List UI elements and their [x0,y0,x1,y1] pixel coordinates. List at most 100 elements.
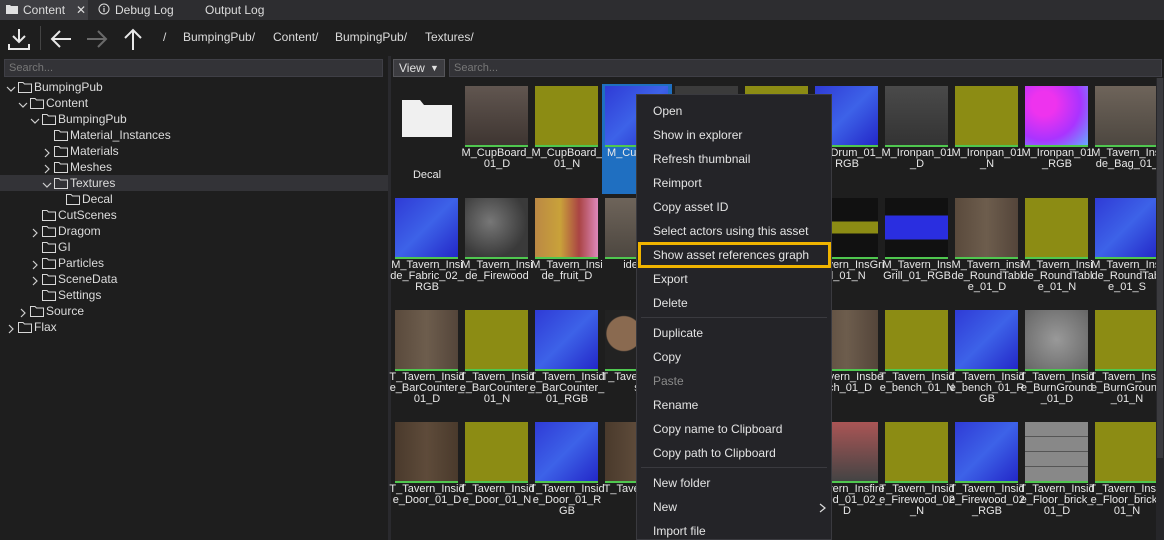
menu-item[interactable]: Reimport [653,174,702,192]
menu-item[interactable]: Copy [653,348,681,366]
asset-item[interactable]: M_Tavern_Inside_Bag_01_ [1091,84,1163,194]
menu-item[interactable]: Copy name to Clipboard [653,420,782,438]
tree-node[interactable]: Particles [30,255,350,271]
tree-node-label: BumpingPub [34,80,103,94]
asset-item[interactable]: M_Tavern_Inside_RoundTable_01_S [1091,196,1163,306]
tree-node[interactable]: CutScenes [30,207,350,223]
chevron-down-icon[interactable] [18,98,28,108]
tab-content[interactable]: Content ✕ [0,0,88,20]
menu-item[interactable]: New [653,498,677,516]
asset-thumbnail [1095,422,1158,481]
menu-item[interactable]: New folder [653,474,710,492]
import-button[interactable] [6,26,32,55]
asset-item[interactable]: T_Tavern_Inside_Firewood_02_N [879,420,955,530]
chevron-right-icon[interactable] [30,274,40,286]
tree-node[interactable]: Meshes [42,159,362,175]
asset-item[interactable]: M_CupBoard_01_N [532,84,602,194]
asset-item[interactable]: M_Ironpan_01_RGB [1022,84,1092,194]
asset-item[interactable]: M_Tavern_inside_RoundTable_01_D [952,196,1022,306]
asset-item[interactable]: M_Tavern_Inside_Firewood [461,196,533,306]
breadcrumb-item[interactable]: Textures/ [425,30,474,44]
menu-item[interactable]: Import file [653,522,706,540]
tree-node[interactable]: BumpingPub [30,111,350,127]
menu-item[interactable]: Export [653,270,688,288]
arrow-up-icon [120,28,146,55]
panel-splitter[interactable] [388,56,391,540]
tree-node[interactable]: GI [30,239,350,255]
chevron-right-icon[interactable] [30,258,40,270]
asset-item[interactable]: M_Ironpan_01_D [882,84,952,194]
menu-item[interactable]: Rename [653,396,698,414]
asset-item[interactable]: M_Ironpan_01_N [952,84,1022,194]
asset-item[interactable]: Decal [392,84,462,194]
tree-node[interactable]: Textures [42,175,362,191]
back-button[interactable] [48,26,74,55]
asset-item[interactable]: T_Tavern_Inside_Floor_brick_01_N [1089,420,1164,530]
tab-output-log[interactable]: Output Log [199,0,270,20]
asset-thumbnail [1025,198,1088,257]
asset-item[interactable]: T_Tavern_Inside_Firewood_02_RGB [949,420,1025,530]
tree-search-input[interactable]: Search... [4,59,383,77]
tree-node[interactable]: Settings [30,287,350,303]
tree-node[interactable]: Dragom [30,223,350,239]
asset-item[interactable]: T_Tavern_Inside_Door_01_D [389,420,465,530]
vertical-scrollbar[interactable] [1156,78,1164,540]
tree-node[interactable]: BumpingPub [6,79,326,95]
chevron-right-icon[interactable] [42,146,52,158]
asset-item[interactable]: T_Tavern_Inside_BarCounter_01_RGB [529,308,605,418]
asset-item[interactable]: T_Tavern_Inside_BarCounter_01_N [459,308,535,418]
chevron-down-icon[interactable] [6,82,16,92]
asset-item[interactable]: M_Tavern_Inside_fruit_D [531,196,603,306]
menu-item[interactable]: Copy asset ID [653,198,728,216]
chevron-right-icon[interactable] [30,226,40,238]
menu-item[interactable]: Select actors using this asset [653,222,808,240]
menu-item[interactable]: Duplicate [653,324,703,342]
view-dropdown[interactable]: View ▼ [393,59,445,77]
chevron-right-icon[interactable] [18,306,28,318]
chevron-right-icon[interactable] [42,162,52,174]
menu-item[interactable]: Show in explorer [653,126,742,144]
tree-node[interactable]: Flax [6,319,326,335]
asset-item[interactable]: T_Tavern_Inside_BarCounter_01_D [389,308,465,418]
asset-item[interactable]: M_Tavern_Inside_Fabric_02_RGB [390,196,464,306]
menu-item[interactable]: Delete [653,294,688,312]
asset-item[interactable]: T_Tavern_Inside_Door_01_N [459,420,535,530]
asset-type-bar [955,257,1018,259]
folder-icon [6,3,18,17]
tree-node[interactable]: Decal [54,191,374,207]
asset-item[interactable]: T_Tavern_Inside_BurnGround_01_N [1089,308,1164,418]
tree-node[interactable]: Content [18,95,338,111]
tab-debug-log[interactable]: Debug Log [92,0,180,20]
tree-node[interactable]: Source [18,303,338,319]
asset-item[interactable]: M_Tavern_Inside_RoundTable_01_N [1021,196,1093,306]
asset-item[interactable]: T_Tavern_Inside_bench_01_N [879,308,955,418]
asset-thumbnail [465,198,528,257]
tree-node[interactable]: Material_Instances [42,127,362,143]
breadcrumb-item[interactable]: BumpingPub/ [183,30,255,44]
tree-node[interactable]: Materials [42,143,362,159]
menu-item[interactable]: Copy path to Clipboard [653,444,776,462]
menu-item[interactable]: Paste [653,372,684,390]
breadcrumb-item[interactable]: Content/ [273,30,318,44]
chevron-down-icon[interactable] [30,114,40,124]
close-icon[interactable]: ✕ [76,3,86,17]
asset-item[interactable]: T_Tavern_Inside_Door_01_RGB [529,420,605,530]
chevron-right-icon[interactable] [6,322,16,334]
chevron-down-icon[interactable] [42,178,52,188]
asset-item[interactable]: M_CupBoard_01_D [462,84,532,194]
forward-button[interactable] [84,26,110,55]
arrow-left-icon [48,30,74,55]
asset-item[interactable]: M_Tavern_InsGrill_01_RGB [882,196,952,306]
asset-item[interactable]: T_Tavern_Inside_bench_01_RGB [949,308,1025,418]
breadcrumb-item[interactable]: BumpingPub/ [335,30,407,44]
tree-node[interactable]: SceneData [30,271,350,287]
asset-search-input[interactable]: Search... [449,59,1162,77]
asset-type-bar [465,481,528,483]
asset-item[interactable]: T_Tavern_Inside_Floor_brick_01_D [1019,420,1095,530]
up-button[interactable] [120,26,146,55]
asset-item[interactable]: T_Tavern_Inside_BurnGround_01_D [1019,308,1095,418]
asset-type-bar [885,481,948,483]
menu-item[interactable]: Open [653,102,682,120]
chevron-down-icon: ▼ [430,63,439,73]
menu-item[interactable]: Refresh thumbnail [653,150,750,168]
